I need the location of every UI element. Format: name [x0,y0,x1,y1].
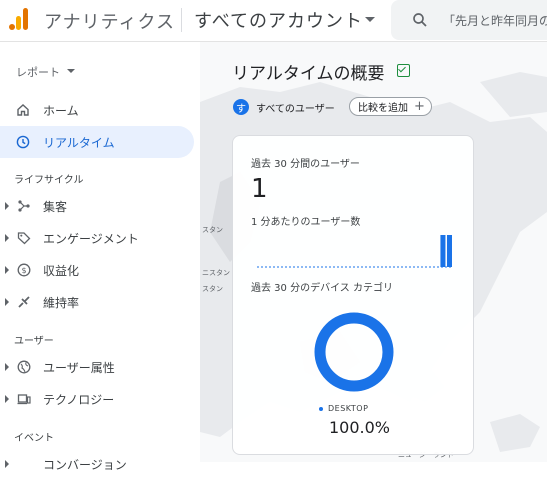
main-content: スタン ニスタン スタン ニュージーランド リアルタイムの概要 す すべてのユー… [200,42,547,462]
sidebar-item-label: テクノロジー [43,393,115,407]
search-bar[interactable]: 「先月と昨年同月の [391,0,547,40]
map-label: ニスタン [202,268,230,277]
sidebar-item-engagement[interactable]: エンゲージメント [0,222,194,254]
section-lifecycle: ライフサイクル [14,175,84,186]
sidebar-item-label: ユーザー属性 [43,361,115,375]
account-selector[interactable]: すべてのアカウント [194,7,363,33]
segment-label: すべてのユーザー [256,103,335,115]
globe-icon [17,360,31,374]
donut-slice-desktop[interactable] [314,312,394,392]
add-comparison-label: 比較を追加 [358,103,408,114]
sidebar-item-demographics[interactable]: ユーザー属性 [0,351,194,383]
map-label: スタン [202,225,223,234]
chevron-right-icon [5,460,9,468]
app-title: アナリティクス [44,12,176,33]
users-per-minute-chart[interactable] [257,231,453,271]
users-label: 過去 30 分間のユーザー [251,159,360,170]
dollar-icon: $ [17,263,31,277]
device-legend: DESKTOP [319,404,368,413]
plus-icon: + [414,98,425,114]
chart-bar[interactable] [446,235,452,267]
chevron-down-icon[interactable] [67,69,75,73]
clock-icon [16,135,30,149]
devices-icon [17,394,31,405]
section-user: ユーザー [14,336,54,347]
svg-text:$: $ [21,266,26,275]
chevron-right-icon [5,298,9,306]
legend-dot [319,406,323,411]
segment-badge: す [233,99,249,115]
verified-check-icon [397,64,410,77]
sidebar-item-label: 集客 [43,200,68,214]
realtime-users-card: 過去 30 分間のユーザー 1 1 分あたりのユーザー数 過去 30 分のデバイ… [232,135,474,455]
chevron-right-icon [5,234,9,242]
chevron-right-icon [5,266,9,274]
chevron-right-icon [5,363,9,371]
sidebar-item-label: エンゲージメント [43,232,139,246]
device-percent: 100.0% [329,418,391,437]
analytics-logo-icon[interactable] [8,8,30,30]
section-event: イベント [14,433,54,444]
report-selector[interactable]: レポート [16,64,60,80]
per-minute-label: 1 分あたりのユーザー数 [251,217,361,228]
device-category-label: 過去 30 分のデバイス カテゴリ [251,283,393,294]
sidebar-item-technology[interactable]: テクノロジー [0,383,194,415]
sidebar: レポート ホーム リアルタイム ライフサイクル 集客 エンゲージメント $ 収益… [0,42,200,472]
sidebar-item-label: リアルタイム [43,136,115,150]
sidebar-item-label: ホーム [43,104,79,118]
segment-chip[interactable]: す すべてのユーザー [233,98,335,116]
users-value: 1 [251,174,268,204]
search-icon [413,13,427,27]
sidebar-item-retention[interactable]: 維持率 [0,286,194,318]
acquisition-icon [18,200,30,212]
device-category-donut-chart[interactable] [313,311,395,393]
sidebar-item-label: 収益化 [43,264,80,278]
map-label: スタン [202,284,223,293]
sidebar-item-realtime[interactable]: リアルタイム [0,126,194,158]
legend-label: DESKTOP [328,404,369,413]
top-app-bar: アナリティクス すべてのアカウント 「先月と昨年同月の [0,0,547,42]
tag-icon [17,232,31,245]
home-icon [17,104,29,116]
add-comparison-button[interactable]: 比較を追加 + [349,97,432,116]
sidebar-item-conversions[interactable]: コンバージョン [0,448,194,480]
search-placeholder: 「先月と昨年同月の [443,14,547,28]
sidebar-item-label: 維持率 [43,296,80,310]
chevron-down-icon[interactable] [365,17,375,22]
retention-icon [18,296,30,308]
chevron-right-icon [5,395,9,403]
sidebar-item-label: コンバージョン [43,458,127,472]
sidebar-item-monetization[interactable]: $ 収益化 [0,254,194,286]
header-divider [181,8,182,32]
sidebar-item-acquisition[interactable]: 集客 [0,190,194,222]
chart-bar[interactable] [440,235,446,267]
sidebar-item-home[interactable]: ホーム [0,94,194,126]
chevron-right-icon [5,202,9,210]
page-title: リアルタイムの概要 [232,64,385,84]
